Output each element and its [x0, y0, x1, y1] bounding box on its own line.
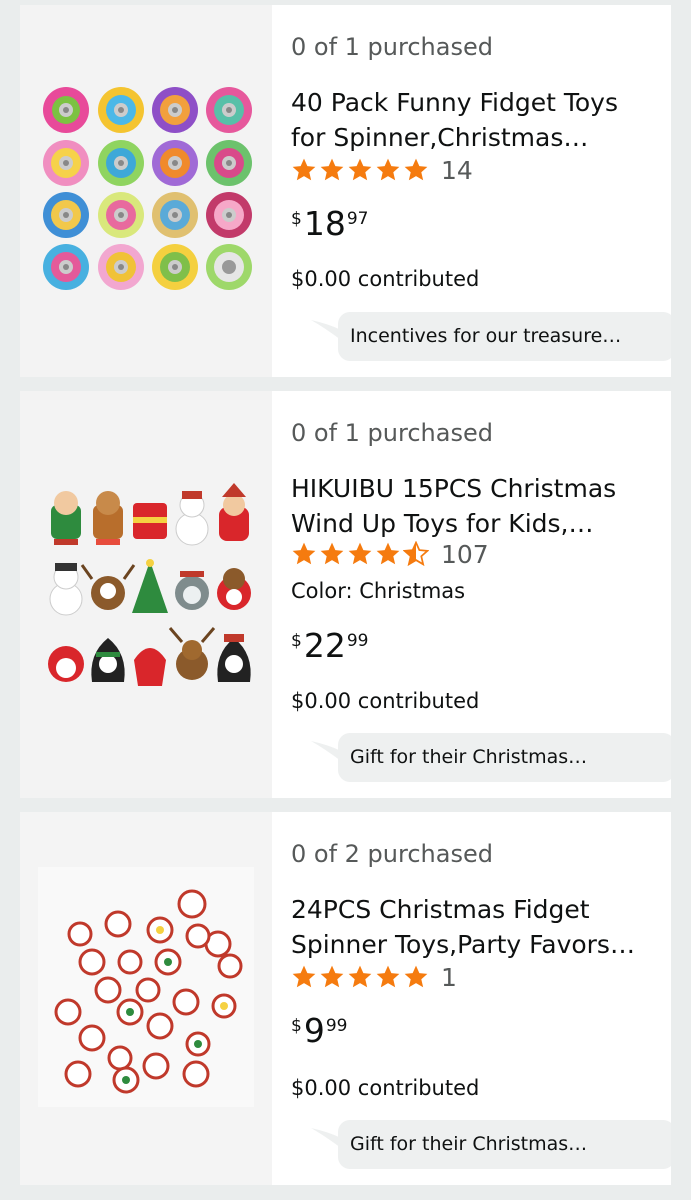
- price: $ 18 97: [291, 205, 368, 243]
- star-full-icon: [348, 542, 372, 565]
- star-full-icon: [404, 158, 428, 181]
- product-image[interactable]: [20, 391, 272, 798]
- bubble-tail-icon: [311, 1128, 341, 1148]
- price-fraction: 99: [325, 1016, 348, 1036]
- contributed-amount: $0.00 contributed: [291, 1076, 480, 1100]
- rating-count: 14: [441, 155, 473, 185]
- gift-note[interactable]: Incentives for our treasure…: [338, 312, 671, 361]
- star-full-icon: [376, 965, 400, 988]
- purchased-count: 0 of 1 purchased: [291, 419, 493, 447]
- price-symbol: $: [291, 1016, 302, 1036]
- price-fraction: 97: [346, 209, 369, 229]
- star-full-icon: [320, 158, 344, 181]
- star-full-icon: [376, 158, 400, 181]
- christmas-fidget-spinners-image: [38, 867, 254, 1107]
- rating-count: 1: [441, 962, 457, 992]
- price: $ 9 99: [291, 1012, 347, 1050]
- contributed-amount: $0.00 contributed: [291, 689, 480, 713]
- star-rating: [291, 964, 431, 990]
- rating[interactable]: 107: [291, 539, 489, 569]
- purchased-count: 0 of 2 purchased: [291, 840, 493, 868]
- bubble-tail-icon: [311, 741, 341, 761]
- star-full-icon: [348, 158, 372, 181]
- star-half-icon: [403, 541, 429, 567]
- price-symbol: $: [291, 631, 302, 651]
- star-full-icon: [292, 158, 316, 181]
- star-full-icon: [320, 542, 344, 565]
- star-rating: [291, 157, 431, 183]
- christmas-wind-up-toys-image: [48, 483, 251, 686]
- star-full-icon: [292, 542, 316, 565]
- product-card[interactable]: 0 of 1 purchased 40 Pack Funny Fidget To…: [20, 5, 671, 377]
- price-whole: 9: [303, 1011, 325, 1050]
- price-whole: 22: [303, 626, 346, 665]
- product-image[interactable]: [20, 5, 272, 377]
- price-fraction: 99: [346, 631, 369, 651]
- price-symbol: $: [291, 209, 302, 229]
- star-rating: [291, 541, 431, 567]
- star-full-icon: [404, 965, 428, 988]
- gift-note[interactable]: Gift for their Christmas…: [338, 733, 671, 782]
- star-full-icon: [320, 965, 344, 988]
- rating-count: 107: [441, 539, 489, 569]
- gift-note[interactable]: Gift for their Christmas…: [338, 1120, 671, 1169]
- rating[interactable]: 14: [291, 155, 473, 185]
- purchased-count: 0 of 1 purchased: [291, 33, 493, 61]
- product-title[interactable]: 40 Pack Funny Fidget Toys for Spinner,Ch…: [291, 85, 641, 155]
- product-card[interactable]: 0 of 1 purchased HIKUIBU 15PCS Christmas…: [20, 391, 671, 798]
- star-full-icon: [292, 965, 316, 988]
- product-title[interactable]: 24PCS Christmas Fidget Spinner Toys,Part…: [291, 892, 641, 962]
- product-image[interactable]: [20, 812, 272, 1185]
- star-full-icon: [376, 542, 400, 565]
- flower-fidget-spinners-image: [43, 87, 252, 290]
- product-title[interactable]: HIKUIBU 15PCS Christmas Wind Up Toys for…: [291, 471, 641, 541]
- contributed-amount: $0.00 contributed: [291, 267, 480, 291]
- price: $ 22 99: [291, 627, 368, 665]
- rating[interactable]: 1: [291, 962, 457, 992]
- product-card[interactable]: 0 of 2 purchased 24PCS Christmas Fidget …: [20, 812, 671, 1185]
- star-full-icon: [348, 965, 372, 988]
- color-option: Color: Christmas: [291, 579, 466, 603]
- price-whole: 18: [303, 204, 346, 243]
- bubble-tail-icon: [311, 320, 341, 340]
